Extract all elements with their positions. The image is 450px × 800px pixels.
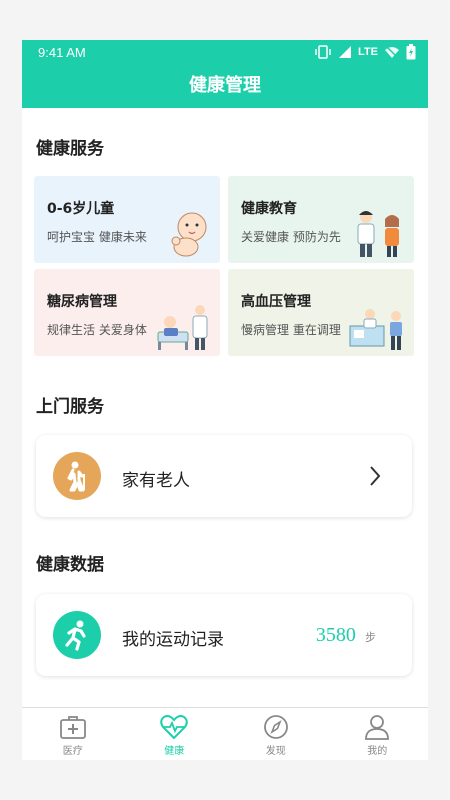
wifi-off-icon [385,45,399,59]
elderly-icon-circle [53,452,101,500]
exercise-record-label: 我的运动记录 [122,630,224,650]
card-subtitle: 慢病管理 重在调理 [241,323,341,337]
user-icon [365,715,390,740]
step-count-value: 3580 [315,624,356,646]
card-child-health[interactable]: 0-6岁儿童 呵护宝宝 健康未来 [34,176,220,263]
compass-icon [263,715,288,739]
card-title: 健康教育 [241,201,297,217]
section-title-health-services: 健康服务 [36,139,104,159]
heartbeat-icon [160,715,188,740]
status-time: 9:41 AM [38,45,86,60]
elderly-person-icon [67,461,85,492]
clinic-illustration-icon [349,309,402,350]
card-title: 0-6岁儿童 [47,201,115,217]
running-icon [65,620,86,651]
status-bar: 9:41 AM LTE [22,40,428,66]
step-count: 3580 步 [316,624,376,647]
baby-illustration-icon [171,212,207,257]
step-count-unit: 步 [365,631,376,644]
card-hypertension-management[interactable]: 高血压管理 慢病管理 重在调理 [228,269,414,356]
vibrate-icon [315,45,331,59]
tab-label: 我的 [367,746,388,757]
section-title-health-data: 健康数据 [36,555,104,575]
card-subtitle: 规律生活 关爱身体 [47,323,147,337]
card-subtitle: 关爱健康 预防为先 [241,230,341,244]
phone-screen: 9:41 AM LTE 健康管理 健康服务 0-6岁儿童 呵护宝宝 健康未来 健… [22,40,428,760]
tab-discover[interactable]: 发现 [225,708,327,760]
elderly-service-label: 家有老人 [122,471,190,491]
chevron-right-icon [370,466,381,486]
tab-label: 发现 [265,746,286,757]
network-type: LTE [358,46,378,58]
app-bar: 健康管理 [22,66,428,108]
card-health-education[interactable]: 健康教育 关爱健康 预防为先 [228,176,414,263]
page-title: 健康管理 [189,75,261,96]
card-subtitle: 呵护宝宝 健康未来 [47,230,147,244]
section-title-home-services: 上门服务 [36,397,104,417]
exercise-record-item[interactable]: 我的运动记录 3580 步 [36,594,412,676]
card-title: 糖尿病管理 [47,294,117,310]
card-title: 高血压管理 [241,294,311,310]
exercise-icon-circle [53,611,101,659]
status-icons: LTE [314,44,416,60]
tab-label: 健康 [164,746,185,757]
elderly-service-item[interactable]: 家有老人 [36,435,412,517]
tab-mine[interactable]: 我的 [327,708,429,760]
doctor-family-illustration-icon [357,211,399,257]
card-diabetes-management[interactable]: 糖尿病管理 规律生活 关爱身体 [34,269,220,356]
tab-health[interactable]: 健康 [124,708,226,760]
battery-charging-icon [406,44,416,60]
tab-label: 医疗 [62,746,83,757]
bottom-tab-bar: 医疗 健康 发现 我的 [22,707,428,760]
signal-icon [339,46,352,58]
tab-medical[interactable]: 医疗 [22,708,124,760]
patient-doctor-illustration-icon [157,305,208,350]
medical-kit-icon [59,716,86,739]
